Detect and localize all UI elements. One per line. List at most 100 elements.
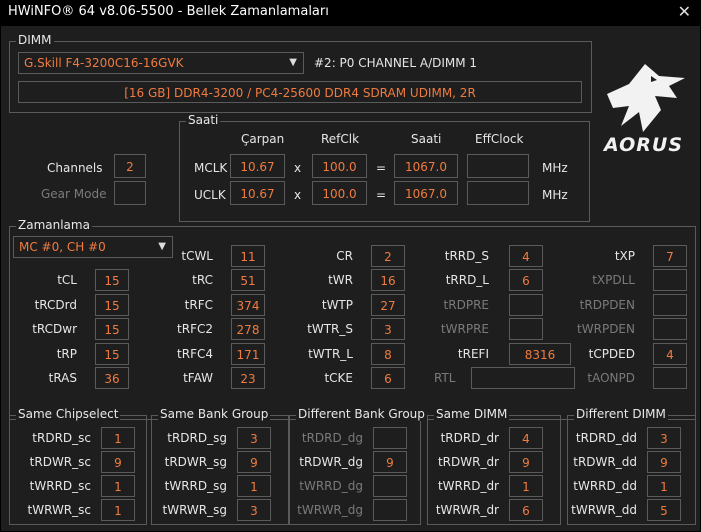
row-label-twrrd_sc: tWRRD_sc [29,479,91,493]
dimm-select-value: G.Skill F4-3200C16-16GVK [24,56,184,70]
header-saati: Saati [411,132,442,146]
uclk-multiplier: 10.67 [230,181,285,205]
group-sg-legend: Same Bank Group [158,407,271,421]
label-tcke: tCKE [324,371,353,385]
row-label-trdrd_dd: tRDRD_dd [575,431,637,445]
gear-mode-label: Gear Mode [41,187,107,201]
value-trfc2: 278 [231,318,265,340]
value-taonpd [653,367,687,389]
saati-legend: Saati [186,113,221,127]
label-twrpre: tWRPRE [440,322,489,336]
value-rtl [471,367,575,389]
label-trp: tRP [56,347,77,361]
uclk-x: x [294,188,302,202]
chevron-down-icon: ▼ [289,57,297,68]
label-cr: CR [336,249,353,263]
value-txpdll [653,269,687,291]
row-label-twrwr_dg: tWRWR_dg [297,503,363,517]
label-txp: tXP [614,249,635,263]
label-trc: tRC [192,273,213,287]
value-tcpded: 4 [653,343,687,365]
channel-select[interactable]: MC #0, CH #0 ▼ [13,236,173,258]
row-label-twrrd_dd: tWRRD_dd [573,479,637,493]
value-trp: 15 [95,343,129,365]
window-title: HWiNFO® 64 v8.06-5500 - Bellek Zamanlama… [8,4,329,19]
channels-value: 2 [114,154,146,178]
value-twr: 16 [371,269,405,291]
mclk-eq: = [376,161,387,175]
value-tcke: 6 [371,367,405,389]
row-value-twrrd_sg: 1 [237,475,271,497]
row-value-trdwr_sc: 9 [101,451,135,473]
group-dg-legend: Different Bank Group [296,407,427,421]
header-refclk: RefClk [321,132,360,146]
row-value-twrrd_dr: 1 [509,475,543,497]
group-sc-legend: Same Chipselect [16,407,121,421]
value-tfaw: 23 [231,367,265,389]
label-tcwl: tCWL [181,249,213,263]
dimm-description: [16 GB] DDR4-3200 / PC4-25600 DDR4 SDRAM… [18,81,582,103]
row-label-trdwr_dr: tRDWR_dr [437,455,499,469]
row-label-trdwr_sg: tRDWR_sg [164,455,227,469]
uclk-effclock [467,181,529,205]
value-trcdrd: 15 [95,294,129,316]
value-twtr_l: 8 [371,343,405,365]
label-trfc2: tRFC2 [177,322,213,336]
label-tcpded: tCPDED [588,347,635,361]
row-value-trdrd_dd: 3 [647,427,681,449]
dimm-select[interactable]: G.Skill F4-3200C16-16GVK ▼ [18,52,304,74]
row-value-trdwr_dr: 9 [509,451,543,473]
row-value-twrwr_sc: 1 [101,499,135,521]
row-label-twrwr_sc: tWRWR_sc [27,503,91,517]
row-value-trdwr_sg: 9 [237,451,271,473]
gear-mode-value [114,181,146,205]
label-trdpre: tRDPRE [443,298,489,312]
value-tras: 36 [95,367,129,389]
label-trrd_l: tRRD_L [445,273,489,287]
row-value-trdwr_dd: 9 [647,451,681,473]
label-trdpden: tRDPDEN [579,298,635,312]
aorus-logo: AORUS [599,54,691,156]
label-twtp: tWTP [321,298,353,312]
row-value-twrrd_sc: 1 [101,475,135,497]
value-tcwl: 11 [231,245,265,267]
uclk-clock: 1067.0 [394,181,458,205]
label-tcl: tCL [57,273,77,287]
channels-label: Channels [47,161,103,175]
mclk-refclk: 100.0 [312,154,367,178]
title-bar: HWiNFO® 64 v8.06-5500 - Bellek Zamanlama… [0,0,701,26]
value-trrd_l: 6 [509,269,543,291]
header-effclock: EffClock [475,132,524,146]
chevron-down-icon: ▼ [158,241,166,252]
uclk-eq: = [376,188,387,202]
mclk-clock: 1067.0 [394,154,458,178]
value-trc: 51 [231,269,265,291]
row-label-twrrd_dg: tWRRD_dg [299,479,363,493]
value-trdpden [653,294,687,316]
value-trfc4: 171 [231,343,265,365]
aorus-wordmark: AORUS [604,134,684,156]
close-icon[interactable]: ✕ [678,2,691,21]
value-cr: 2 [371,245,405,267]
zamanlama-legend: Zamanlama [16,218,92,232]
header-carpan: Çarpan [241,132,285,146]
label-tras: tRAS [48,371,77,385]
row-value-twrwr_dg [373,499,407,521]
row-value-twrwr_dd: 5 [647,499,681,521]
value-twrpre [509,318,543,340]
row-value-twrwr_sg: 3 [237,499,271,521]
row-value-trdrd_sg: 3 [237,427,271,449]
group-dr-legend: Same DIMM [434,407,510,421]
dimm-legend: DIMM [16,33,54,47]
value-twrpden [653,318,687,340]
row-label-trdwr_dg: tRDWR_dg [299,455,363,469]
row-value-trdrd_dg [373,427,407,449]
row-label-twrwr_dr: tWRWR_dr [435,503,499,517]
label-trrd_s: tRRD_S [444,249,489,263]
row-label-twrrd_sg: tWRRD_sg [164,479,227,493]
value-tcl: 15 [95,269,129,291]
row-label-trdrd_dr: tRDRD_dr [440,431,499,445]
mclk-x: x [294,161,302,175]
row-label-twrrd_dr: tWRRD_dr [437,479,499,493]
label-trfc4: tRFC4 [177,347,213,361]
